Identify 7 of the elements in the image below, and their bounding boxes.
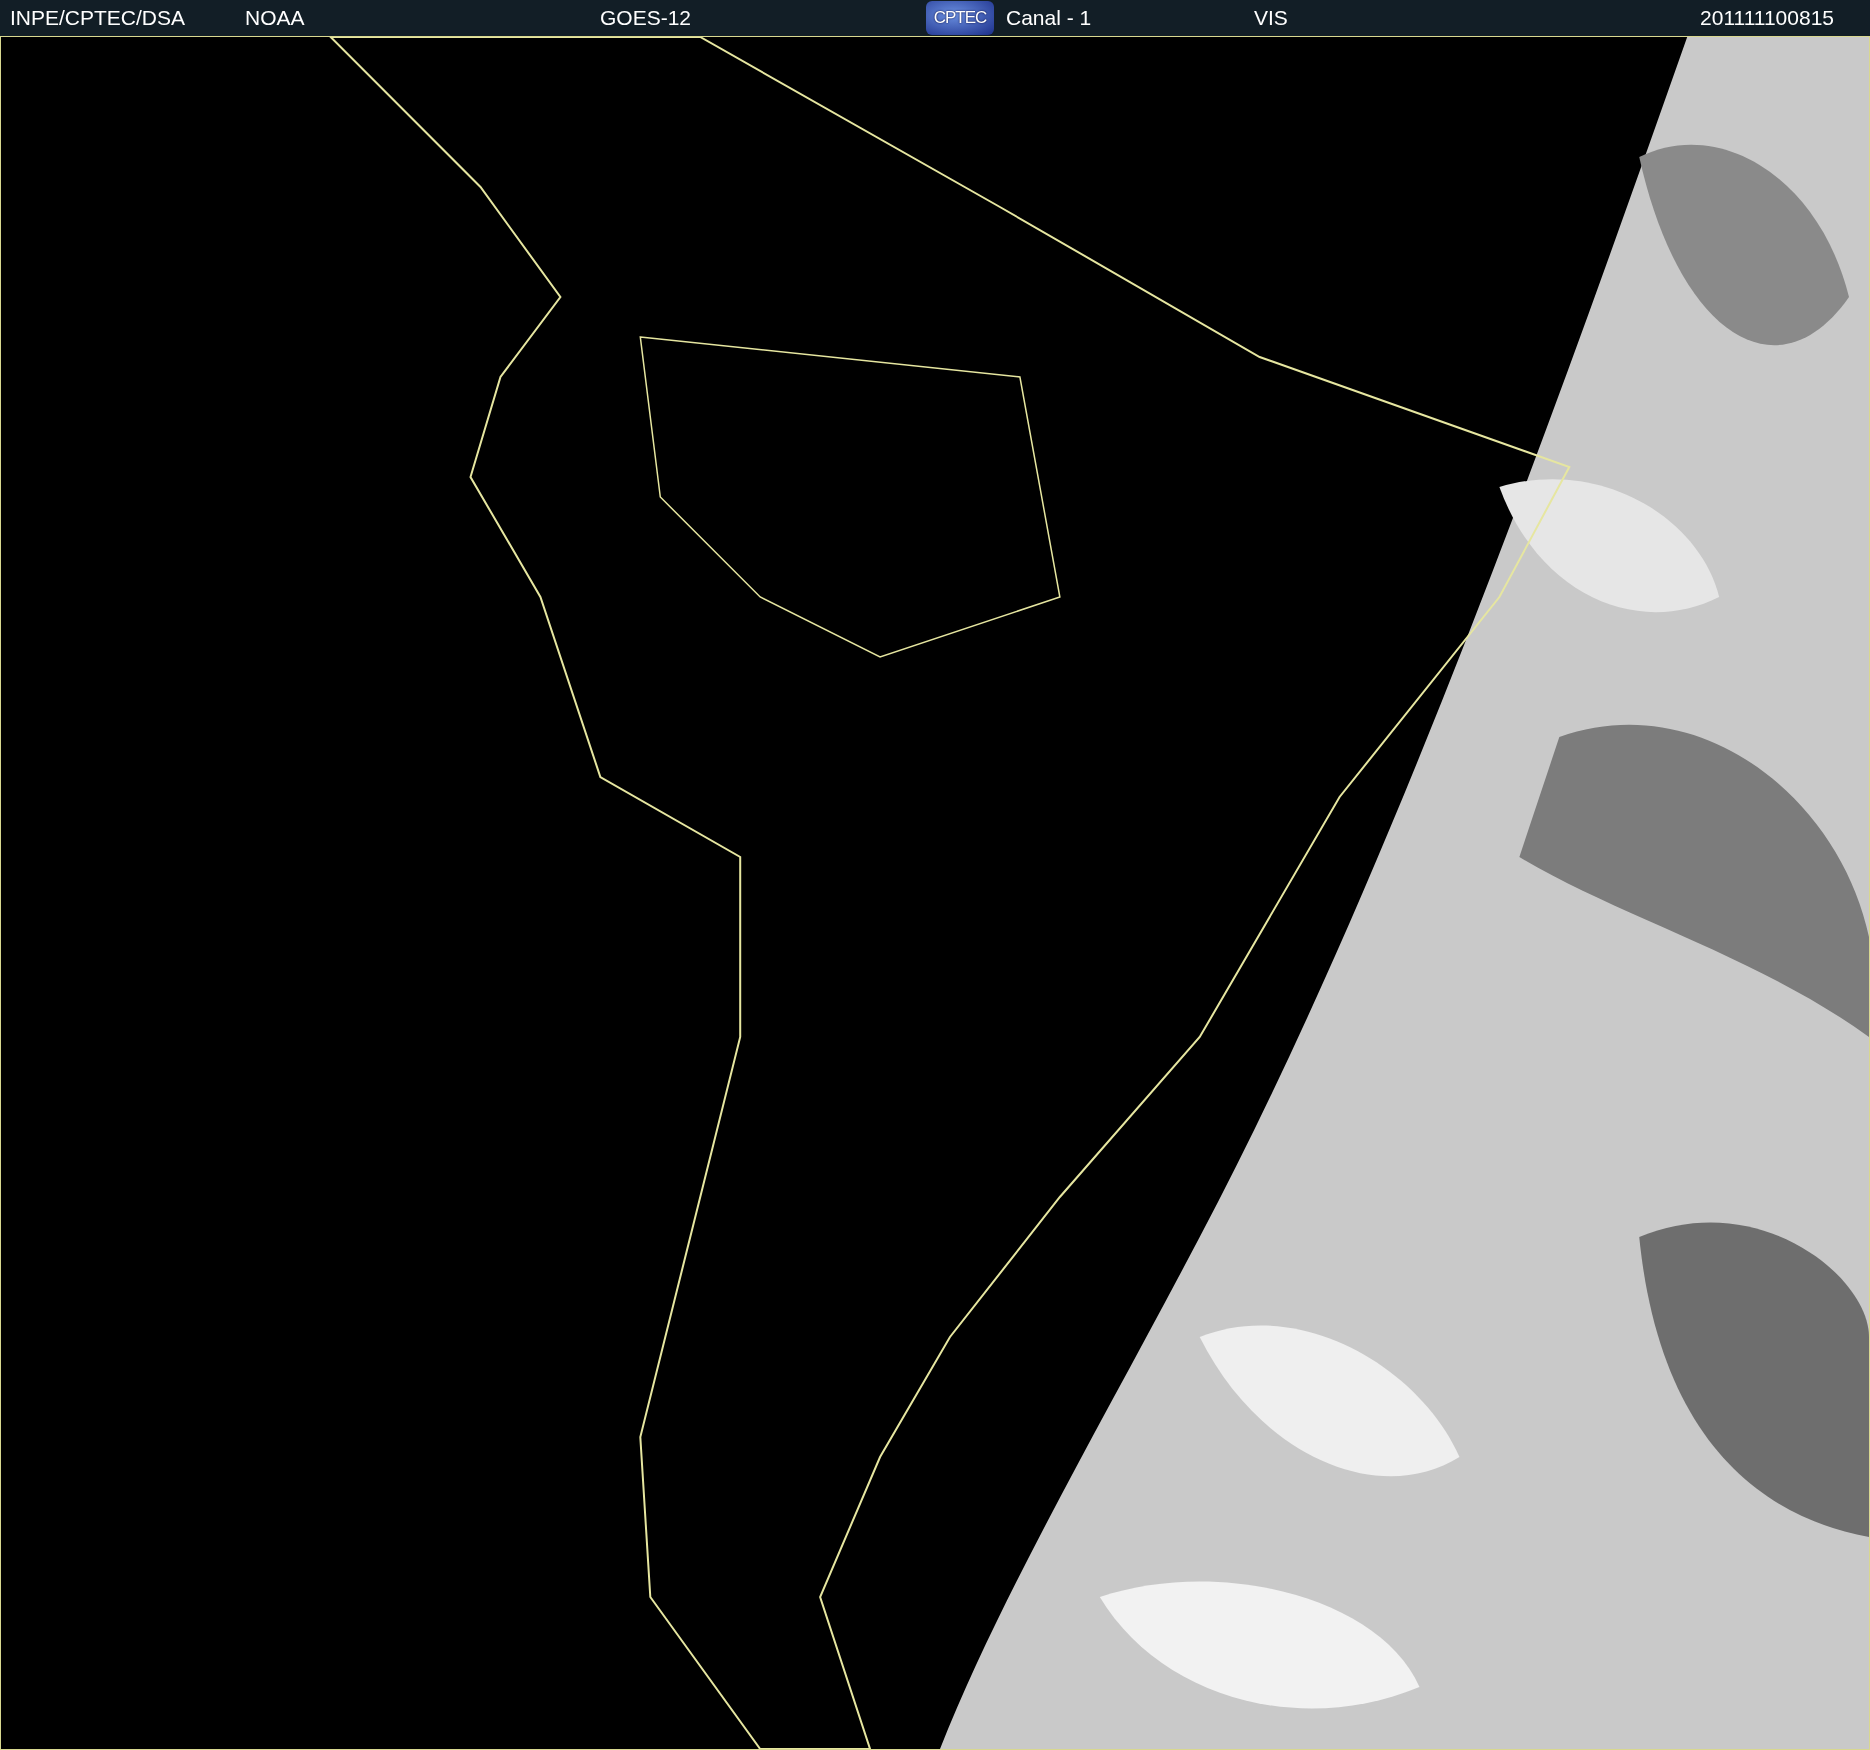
band-label: VIS: [1254, 6, 1288, 30]
logo: CPTEC: [926, 1, 994, 35]
channel-label: Canal - 1: [1006, 6, 1092, 30]
agency-label: NOAA: [245, 6, 305, 30]
source-label: INPE/CPTEC/DSA: [10, 6, 186, 30]
timestamp-label: 201111100815: [1700, 6, 1835, 30]
satellite-label: GOES-12: [600, 6, 692, 30]
